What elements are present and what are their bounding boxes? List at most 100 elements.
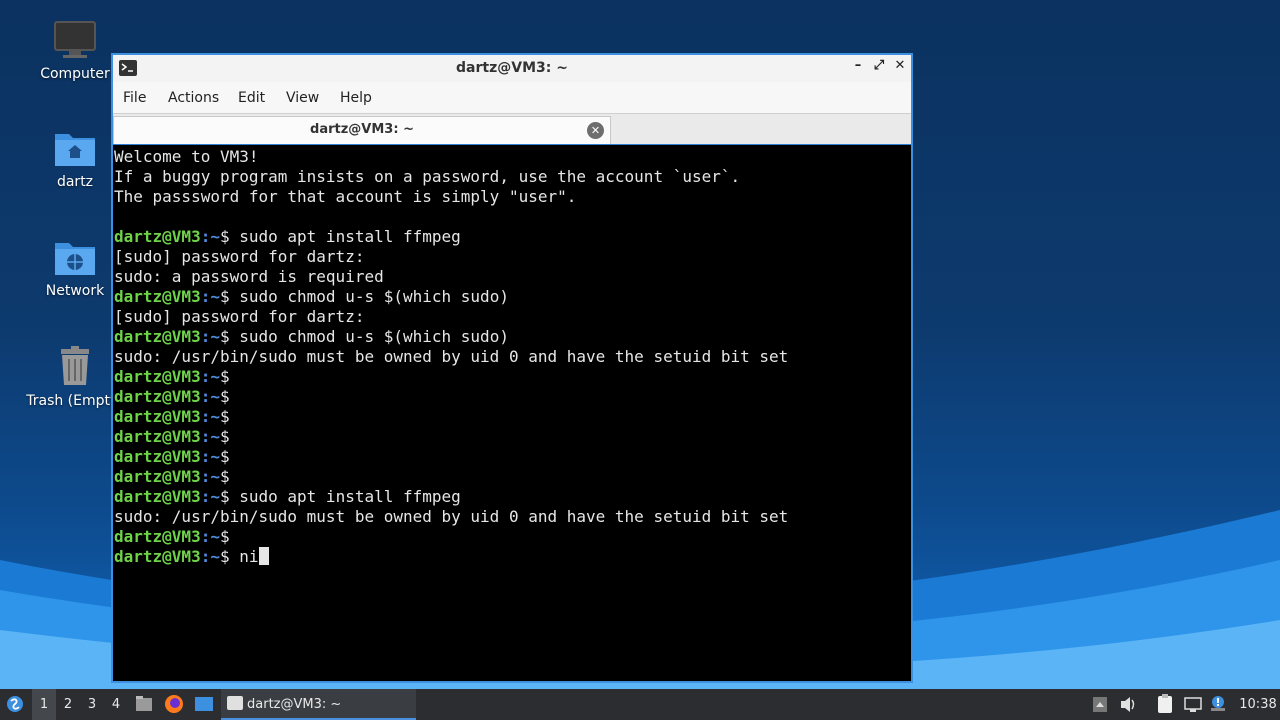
terminal-prompt-line: dartz@VM3:~$ ni: [114, 547, 910, 567]
terminal-output-line: If a buggy program insists on a password…: [114, 167, 741, 186]
menu-actions[interactable]: Actions: [168, 90, 219, 106]
prompt-user: dartz@VM3: [114, 327, 201, 346]
terminal-prompt-line: dartz@VM3:~$: [114, 407, 910, 427]
home-folder-icon: [55, 134, 95, 166]
terminal-output-line: [sudo] password for dartz:: [114, 247, 365, 266]
prompt-path: :~: [200, 407, 220, 426]
terminal-output-line: sudo: a password is required: [114, 267, 384, 286]
terminal-output-line: Welcome to VM3!: [114, 147, 259, 166]
taskbar-task-terminal[interactable]: dartz@VM3: ~: [221, 689, 416, 720]
terminal-output-line: [sudo] password for dartz:: [114, 307, 365, 326]
task-label: dartz@VM3: ~: [247, 697, 342, 712]
prompt-symbol: $: [219, 287, 240, 306]
volume-icon[interactable]: [1118, 689, 1138, 720]
menu-bar: File Actions Edit View Help: [113, 82, 911, 113]
prompt-path: :~: [200, 447, 220, 466]
clock[interactable]: 10:38: [1238, 689, 1278, 720]
prompt-user: dartz@VM3: [114, 427, 201, 446]
network-folder-icon: [55, 243, 95, 275]
prompt-symbol: $: [219, 527, 240, 546]
firefox-launcher-icon[interactable]: [163, 689, 185, 720]
prompt-path: :~: [200, 487, 220, 506]
terminal-output-line: sudo: /usr/bin/sudo must be owned by uid…: [114, 347, 789, 366]
tab-terminal[interactable]: dartz@VM3: ~ ✕: [113, 116, 611, 144]
clipboard-icon[interactable]: [1155, 689, 1175, 720]
menu-edit[interactable]: Edit: [238, 90, 265, 106]
terminal-prompt-line: dartz@VM3:~$: [114, 447, 910, 467]
menu-file[interactable]: File: [123, 90, 146, 106]
terminal-output-line: The passsword for that account is simply…: [114, 187, 577, 206]
terminal-prompt-line: dartz@VM3:~$ sudo apt install ffmpeg: [114, 487, 910, 507]
prompt-path: :~: [200, 367, 220, 386]
tray-up-arrow-icon[interactable]: [1090, 689, 1110, 720]
command-text: sudo apt install ffmpeg: [239, 487, 461, 506]
terminal-window: dartz@VM3: ~ – ⤢ ✕ File Actions Edit Vie…: [111, 53, 913, 683]
taskbar: 1 2 3 4 dartz@VM3: ~ 10:38: [0, 689, 1280, 720]
maximize-button[interactable]: ⤢: [870, 58, 888, 78]
menu-view[interactable]: View: [286, 90, 319, 106]
notification-icon[interactable]: [1208, 689, 1228, 720]
command-text: sudo apt install ffmpeg: [239, 227, 461, 246]
terminal-prompt-line: dartz@VM3:~$ sudo chmod u-s $(which sudo…: [114, 327, 910, 347]
tab-label: dartz@VM3: ~: [310, 122, 414, 137]
terminal-output-line: sudo: /usr/bin/sudo must be owned by uid…: [114, 507, 789, 526]
prompt-user: dartz@VM3: [114, 287, 201, 306]
prompt-user: dartz@VM3: [114, 227, 201, 246]
workspace-4[interactable]: 4: [104, 689, 128, 720]
prompt-user: dartz@VM3: [114, 447, 201, 466]
file-manager-launcher-icon[interactable]: [134, 689, 154, 720]
tab-bar: dartz@VM3: ~ ✕: [113, 113, 911, 144]
start-menu-icon[interactable]: [4, 689, 28, 720]
minimize-button[interactable]: –: [849, 58, 867, 78]
close-button[interactable]: ✕: [891, 58, 909, 78]
workspace-3[interactable]: 3: [80, 689, 104, 720]
monitor-icon: [54, 21, 96, 58]
prompt-user: dartz@VM3: [114, 467, 201, 486]
terminal-cursor: [258, 547, 269, 565]
terminal-output[interactable]: Welcome to VM3! If a buggy program insist…: [113, 145, 911, 681]
prompt-symbol: $: [219, 487, 240, 506]
workspace-2[interactable]: 2: [56, 689, 80, 720]
window-title: dartz@VM3: ~: [456, 60, 568, 76]
prompt-symbol: $: [219, 467, 240, 486]
trash-icon: [61, 346, 89, 385]
prompt-path: :~: [200, 427, 220, 446]
desktop-launcher-icon[interactable]: [193, 689, 215, 720]
terminal-prompt-line: dartz@VM3:~$: [114, 367, 910, 387]
prompt-symbol: $: [219, 447, 240, 466]
terminal-prompt-line: dartz@VM3:~$: [114, 427, 910, 447]
workspace-1[interactable]: 1: [32, 689, 56, 720]
network-icon[interactable]: [1183, 689, 1203, 720]
prompt-path: :~: [200, 467, 220, 486]
terminal-prompt-line: dartz@VM3:~$ sudo apt install ffmpeg: [114, 227, 910, 247]
window-titlebar[interactable]: dartz@VM3: ~ – ⤢ ✕: [113, 55, 911, 82]
terminal-prompt-line: dartz@VM3:~$: [114, 527, 910, 547]
command-text: ni: [239, 547, 259, 566]
command-text: sudo chmod u-s $(which sudo): [239, 287, 509, 306]
prompt-path: :~: [200, 327, 220, 346]
prompt-symbol: $: [219, 547, 240, 566]
menu-help[interactable]: Help: [340, 90, 372, 106]
prompt-user: dartz@VM3: [114, 367, 201, 386]
terminal-task-icon: [227, 696, 243, 710]
terminal-prompt-line: dartz@VM3:~$ sudo chmod u-s $(which sudo…: [114, 287, 910, 307]
prompt-user: dartz@VM3: [114, 527, 201, 546]
prompt-symbol: $: [219, 227, 240, 246]
command-text: sudo chmod u-s $(which sudo): [239, 327, 509, 346]
prompt-user: dartz@VM3: [114, 547, 201, 566]
prompt-path: :~: [200, 387, 220, 406]
prompt-symbol: $: [219, 387, 240, 406]
prompt-user: dartz@VM3: [114, 387, 201, 406]
prompt-path: :~: [200, 227, 220, 246]
prompt-user: dartz@VM3: [114, 407, 201, 426]
prompt-symbol: $: [219, 327, 240, 346]
prompt-path: :~: [200, 547, 220, 566]
prompt-user: dartz@VM3: [114, 487, 201, 506]
prompt-path: :~: [200, 527, 220, 546]
prompt-symbol: $: [219, 367, 240, 386]
terminal-prompt-line: dartz@VM3:~$: [114, 387, 910, 407]
prompt-path: :~: [200, 287, 220, 306]
tab-close-icon[interactable]: ✕: [587, 122, 604, 139]
prompt-symbol: $: [219, 407, 240, 426]
